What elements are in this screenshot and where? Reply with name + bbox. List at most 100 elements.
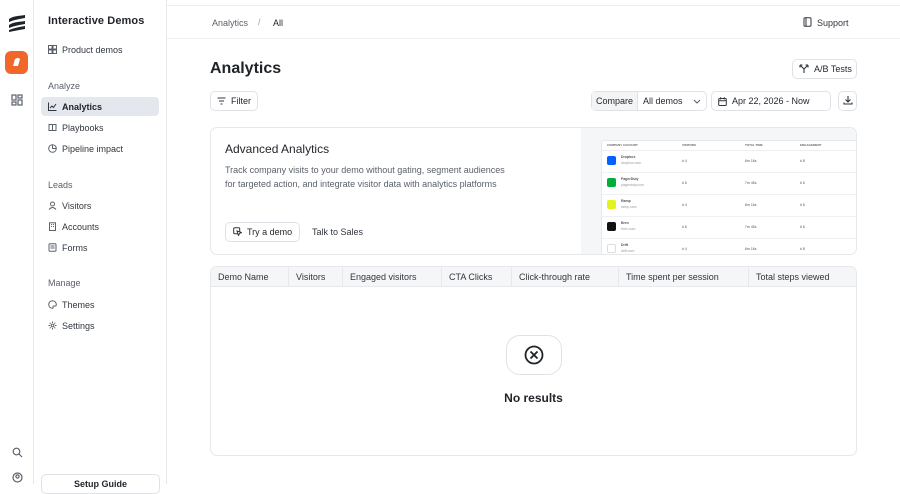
breadcrumb-separator: / xyxy=(258,17,261,27)
gear-icon xyxy=(47,321,57,331)
user-icon xyxy=(47,201,57,211)
column-header[interactable]: Time spent per session xyxy=(619,267,749,287)
company-logo-icon[interactable] xyxy=(7,14,27,32)
filter-button[interactable]: Filter xyxy=(210,91,258,111)
preview-header-cell: ENGAGEMENT xyxy=(800,143,822,147)
brex-logo-icon xyxy=(607,222,616,231)
preview-time: 7m 45s xyxy=(745,181,757,185)
compare-dropdown[interactable]: All demos xyxy=(638,96,706,106)
sidebar-item-pipeline-impact[interactable]: Pipeline impact xyxy=(41,139,159,158)
preview-eng: # 6 xyxy=(800,181,805,185)
card-title: Advanced Analytics xyxy=(225,142,330,156)
sidebar-item-settings[interactable]: Settings xyxy=(41,316,159,335)
preview-header-cell: VISITORS xyxy=(682,143,696,147)
section-title-manage: Manage xyxy=(48,278,81,288)
column-header[interactable]: Click-through rate xyxy=(512,267,619,287)
calendar-icon xyxy=(718,96,727,106)
card-description: Track company visits to your demo withou… xyxy=(225,165,505,189)
column-header[interactable]: Demo Name xyxy=(211,267,289,287)
sidebar-item-forms[interactable]: Forms xyxy=(41,238,159,257)
sidebar-brand: Interactive Demos xyxy=(48,15,145,27)
preview-eng: # 8 xyxy=(800,203,805,207)
filter-icon xyxy=(217,97,226,105)
preview-header-cell: COMPANY ACCOUNT xyxy=(607,143,638,147)
pagerduty-logo-icon xyxy=(607,178,616,187)
analytics-table: Demo Name Visitors Engaged visitors CTA … xyxy=(210,266,857,456)
setup-guide-button[interactable]: Setup Guide xyxy=(41,474,160,494)
sidebar-item-product-demos[interactable]: Product demos xyxy=(41,40,159,59)
preview-row: Drift drift.com # 4 8m 16s # 8 xyxy=(602,239,856,254)
sidebar-item-themes[interactable]: Themes xyxy=(41,295,159,314)
ab-tests-label: A/B Tests xyxy=(814,64,852,74)
empty-state-text: No results xyxy=(504,391,563,405)
preview-company: Brex xyxy=(621,221,629,225)
support-label: Support xyxy=(817,18,849,28)
preview-company: PagerDuty xyxy=(621,177,639,181)
book-icon xyxy=(803,17,812,29)
grid-icon[interactable] xyxy=(9,92,25,108)
search-icon[interactable] xyxy=(9,444,25,460)
ramp-logo-icon xyxy=(607,200,616,209)
column-header[interactable]: CTA Clicks xyxy=(442,267,512,287)
sidebar-item-label: Settings xyxy=(62,320,95,331)
download-icon xyxy=(842,95,853,107)
preview-domain: brex.com xyxy=(621,227,636,231)
page-title: Analytics xyxy=(210,60,282,77)
drift-logo-icon xyxy=(607,244,616,253)
talk-to-sales-link[interactable]: Talk to Sales xyxy=(312,227,363,237)
preview-header: COMPANY ACCOUNT VISITORS TOTAL TIME ENGA… xyxy=(602,141,856,151)
column-header[interactable]: Visitors xyxy=(289,267,343,287)
support-button[interactable]: Support xyxy=(803,15,849,31)
advanced-analytics-card: Advanced Analytics Track company visits … xyxy=(210,127,857,255)
sidebar-item-playbooks[interactable]: Playbooks xyxy=(41,118,159,137)
preview-time: 7m 45s xyxy=(745,225,757,229)
try-demo-label: Try a demo xyxy=(247,227,293,237)
table-header: Demo Name Visitors Engaged visitors CTA … xyxy=(211,267,856,287)
breadcrumb-parent[interactable]: Analytics xyxy=(212,18,248,28)
preview-domain: ramp.com xyxy=(621,205,637,209)
preview-visitors: # 4 xyxy=(682,159,687,163)
date-range-value: Apr 22, 2026 - Now xyxy=(732,96,810,106)
empty-state-badge xyxy=(506,335,562,375)
preview-company: Ramp xyxy=(621,199,631,203)
breadcrumb-current: All xyxy=(273,18,284,28)
sidebar-item-visitors[interactable]: Visitors xyxy=(41,196,159,215)
workspace-app-icon[interactable] xyxy=(5,51,28,74)
preview-eng: # 8 xyxy=(800,247,805,251)
date-range-picker[interactable]: Apr 22, 2026 - Now xyxy=(711,91,831,111)
column-header[interactable]: Engaged visitors xyxy=(343,267,442,287)
preview-visitors: # 4 xyxy=(682,203,687,207)
try-demo-button[interactable]: Try a demo xyxy=(225,222,301,242)
sidebar-item-label: Forms xyxy=(62,242,88,253)
column-header[interactable]: Total steps viewed xyxy=(749,267,856,287)
preview-row: PagerDuty pagerduty.com # 6 7m 45s # 6 xyxy=(602,173,856,195)
sidebar-item-label: Analytics xyxy=(62,101,103,112)
account-icon[interactable] xyxy=(9,469,25,485)
building-icon xyxy=(47,222,57,232)
preview-time: 8m 16s xyxy=(745,159,757,163)
compare-select[interactable]: Compare All demos xyxy=(591,91,708,111)
sidebar-item-accounts[interactable]: Accounts xyxy=(41,217,159,236)
preview-domain: pagerduty.com xyxy=(621,183,644,187)
preview-time: 8m 16s xyxy=(745,203,757,207)
preview-company: Drift xyxy=(621,243,629,247)
download-button[interactable] xyxy=(838,91,857,111)
sidebar: Interactive Demos Product demos Analyze … xyxy=(34,0,167,494)
top-bar: Analytics / All Support xyxy=(167,5,900,39)
sidebar-item-analytics[interactable]: Analytics xyxy=(41,97,159,116)
preview-visitors: # 6 xyxy=(682,225,687,229)
preview-time: 8m 16s xyxy=(745,247,757,251)
preview-domain: drift.com xyxy=(621,249,635,253)
book-icon xyxy=(47,123,57,133)
preview-company: Dropbox xyxy=(621,155,636,159)
ab-tests-button[interactable]: A/B Tests xyxy=(792,59,857,79)
preview-row: Brex brex.com # 6 7m 45s # 6 xyxy=(602,217,856,239)
preview-eng: # 6 xyxy=(800,225,805,229)
sidebar-item-label: Pipeline impact xyxy=(62,143,124,154)
sidebar-item-label: Product demos xyxy=(62,44,123,55)
form-icon xyxy=(47,243,57,253)
preview-header-cell: TOTAL TIME xyxy=(745,143,763,147)
sidebar-item-label: Playbooks xyxy=(62,122,104,133)
preview-row: Ramp ramp.com # 4 8m 16s # 8 xyxy=(602,195,856,217)
section-title-analyze: Analyze xyxy=(48,81,81,91)
